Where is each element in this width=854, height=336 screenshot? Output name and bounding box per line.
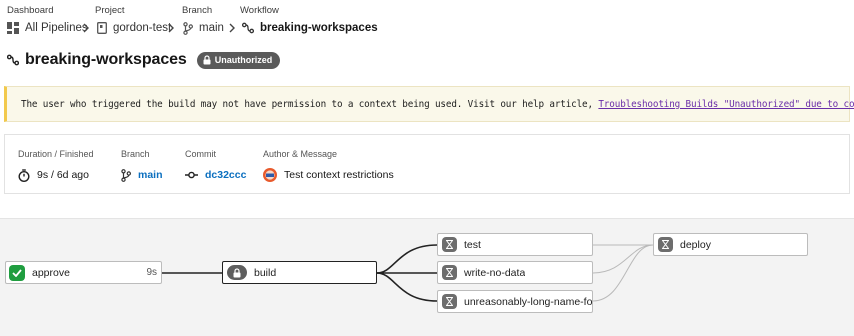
git-branch-icon <box>121 168 131 182</box>
breadcrumb-project[interactable]: gordon-test <box>97 19 171 37</box>
job-test-name: test <box>464 238 481 251</box>
branch-label: Branch <box>121 149 150 159</box>
duration-label: Duration / Finished <box>18 149 94 159</box>
job-approve-name: approve <box>32 266 70 279</box>
breadcrumb-label-dashboard: Dashboard <box>7 5 54 16</box>
job-deploy[interactable]: deploy <box>653 233 808 256</box>
job-build[interactable]: build <box>222 261 377 284</box>
warning-message: The user who triggered the build may not… <box>21 99 854 110</box>
checkmark-icon <box>9 264 25 281</box>
breadcrumb-dashboard-text: All Pipelines <box>25 22 88 34</box>
breadcrumb-workflow-text: breaking-workspaces <box>260 22 378 34</box>
author-label: Author & Message <box>263 149 338 159</box>
branch-value-row: main <box>121 167 163 183</box>
connector-build-long <box>376 272 438 302</box>
chevron-right-icon <box>83 23 89 33</box>
commit-message: Test context restrictions <box>284 169 394 181</box>
status-badge: Unauthorized <box>196 51 281 69</box>
avatar <box>263 168 277 182</box>
duration-value-row: 9s / 6d ago <box>18 167 94 183</box>
hourglass-icon <box>658 237 673 252</box>
commit-column: Commit dc32ccc <box>185 149 246 183</box>
breadcrumb-branch-text: main <box>199 22 224 34</box>
breadcrumb-label-workflow: Workflow <box>240 5 279 16</box>
commit-link[interactable]: dc32ccc <box>205 169 246 181</box>
job-approve-duration: 9s <box>146 267 157 278</box>
workflow-info-card: Duration / Finished 9s / 6d ago Branch m… <box>4 134 850 194</box>
commit-value-row: dc32ccc <box>185 167 246 183</box>
author-column: Author & Message Test context restrictio… <box>263 149 394 183</box>
stopwatch-icon <box>18 168 30 182</box>
commit-label: Commit <box>185 149 216 159</box>
grid-icon <box>7 22 19 34</box>
job-write-no-data[interactable]: write-no-data <box>437 261 593 284</box>
branch-column: Branch main <box>121 149 163 183</box>
connector-build-test <box>376 244 438 274</box>
job-deploy-name: deploy <box>680 238 711 251</box>
hourglass-icon <box>442 265 457 280</box>
breadcrumb-workflow[interactable]: breaking-workspaces <box>242 19 378 37</box>
breadcrumb-label-project: Project <box>95 5 125 16</box>
breadcrumb-project-text: gordon-test <box>113 22 172 34</box>
job-unreasonably-long-name-text: unreasonably-long-name-fo... <box>464 295 592 308</box>
workflow-icon <box>7 54 19 66</box>
lock-icon <box>227 265 247 280</box>
branch-link[interactable]: main <box>138 169 163 181</box>
help-article-link[interactable]: Troubleshooting Builds "Unauthorized" du… <box>598 99 854 110</box>
job-unreasonably-long-name[interactable]: unreasonably-long-name-fo... <box>437 290 593 313</box>
page-title: breaking-workspaces <box>25 51 187 68</box>
author-value-row: Test context restrictions <box>263 167 394 183</box>
breadcrumb-dashboard[interactable]: All Pipelines <box>7 19 88 37</box>
warning-text: The user who triggered the build may not… <box>21 98 599 110</box>
page-title-row: breaking-workspaces Unauthorized <box>7 49 281 71</box>
lock-icon <box>203 55 211 65</box>
workflow-icon <box>242 22 254 34</box>
breadcrumb-label-branch: Branch <box>182 5 213 16</box>
git-branch-icon <box>183 21 193 35</box>
breadcrumb-branch[interactable]: main <box>183 19 224 37</box>
hourglass-icon <box>442 237 457 252</box>
repo-icon <box>97 22 107 34</box>
job-write-no-data-name: write-no-data <box>464 266 526 279</box>
job-build-name: build <box>254 266 277 279</box>
connector-write-deploy <box>592 244 654 274</box>
warning-banner: The user who triggered the build may not… <box>4 86 854 122</box>
duration-column: Duration / Finished 9s / 6d ago <box>18 149 94 183</box>
job-test[interactable]: test <box>437 233 593 256</box>
workflow-graph: approve 9s build test write-no-data unre… <box>0 218 854 336</box>
chevron-right-icon <box>229 23 235 33</box>
status-badge-text: Unauthorized <box>214 55 273 65</box>
hourglass-icon <box>442 294 457 309</box>
duration-value: 9s / 6d ago <box>37 169 89 181</box>
chevron-right-icon <box>168 23 174 33</box>
job-approve[interactable]: approve 9s <box>5 261 162 284</box>
connector-long-deploy <box>592 244 654 302</box>
git-commit-icon <box>185 171 198 179</box>
